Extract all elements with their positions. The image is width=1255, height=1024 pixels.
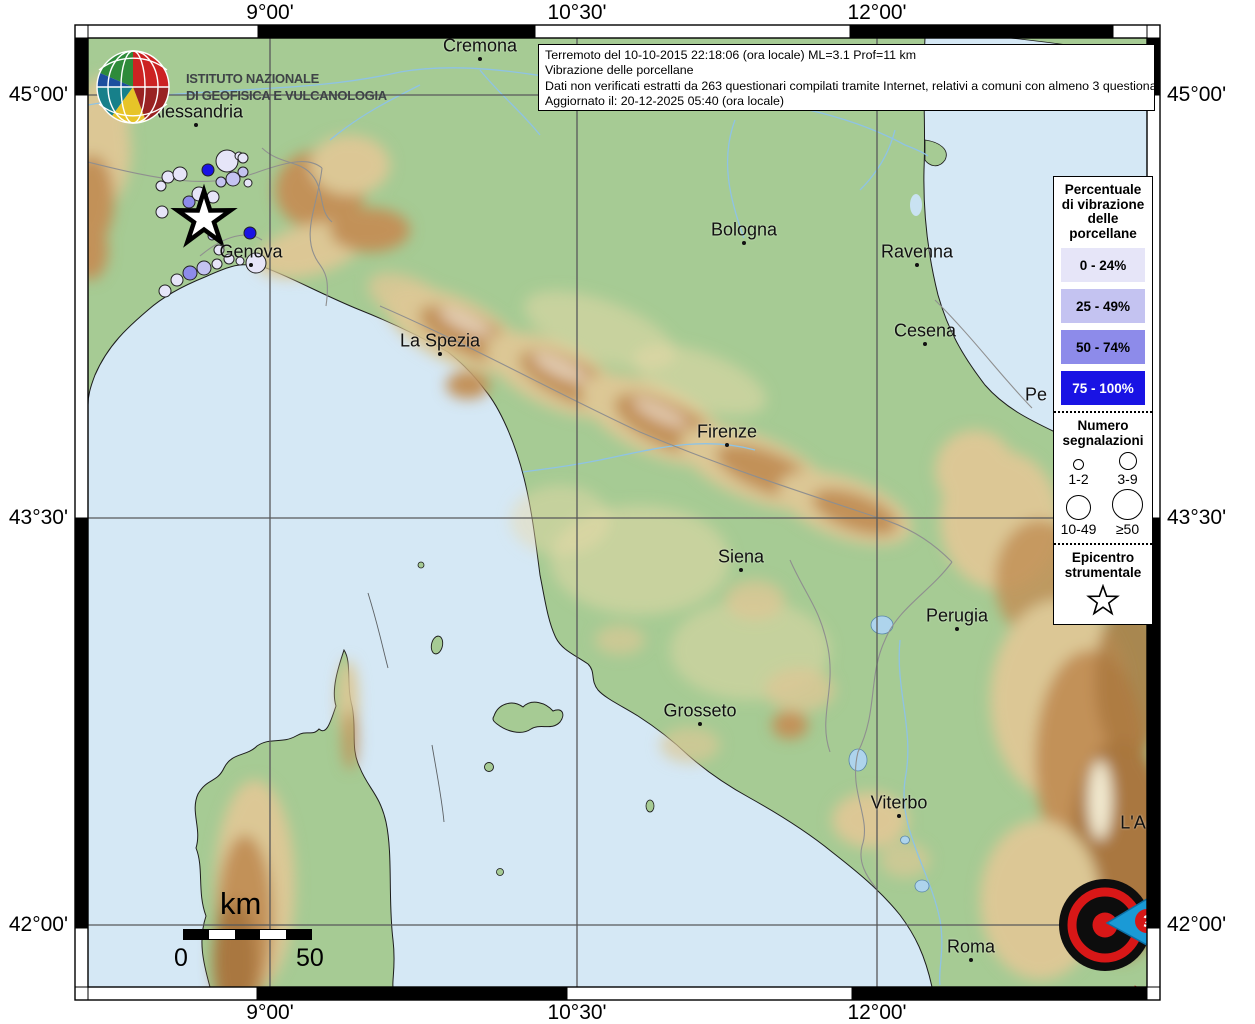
city-label: La Spezia (400, 331, 480, 352)
scale-bar-segments (183, 929, 312, 940)
legend-swatches: 0 - 24% 25 - 49% 50 - 74% 75 - 100% (1054, 248, 1152, 405)
count-label: ≥50 (1116, 521, 1139, 537)
city-label: Pe (1025, 385, 1047, 406)
city-dot (438, 352, 442, 356)
city-label: Viterbo (871, 793, 928, 814)
legend-counts-section: Numero segnalazioni 1-2 3-9 10-49 ≥50 (1054, 411, 1152, 545)
city-dot (249, 263, 253, 267)
legend-percent-title: Percentuale di vibrazione delle porcella… (1054, 181, 1152, 241)
city-dot (725, 443, 729, 447)
count-label: 1-2 (1068, 471, 1088, 487)
legend-swatch: 50 - 74% (1061, 330, 1145, 364)
city-label: Grosseto (663, 701, 736, 722)
city-label: Perugia (926, 606, 988, 627)
legend-counts-title: Numero segnalazioni (1054, 417, 1152, 448)
city-label: Bologna (711, 220, 777, 241)
count-circle-icon (1112, 489, 1143, 520)
city-label: Genova (219, 242, 282, 263)
count-label: 10-49 (1061, 521, 1097, 537)
city-label: Cesena (894, 321, 956, 342)
legend: Percentuale di vibrazione delle porcella… (1053, 176, 1153, 625)
count-label: 3-9 (1117, 471, 1137, 487)
ingv-line1: ISTITUTO NAZIONALE (186, 70, 387, 87)
city-dot (897, 814, 901, 818)
legend-swatch: 0 - 24% (1061, 248, 1145, 282)
city-dot (698, 722, 702, 726)
legend-count-item: 1-2 (1054, 452, 1103, 487)
city-dot (742, 241, 746, 245)
legend-counts-grid: 1-2 3-9 10-49 ≥50 (1054, 452, 1152, 537)
city-label: Siena (718, 547, 764, 568)
info-line-event: Terremoto del 10-10-2015 22:18:06 (ora l… (545, 48, 1148, 63)
scale-start-label: 0 (174, 944, 188, 973)
epicenter-star-icon (1086, 584, 1120, 616)
count-circle-icon (1073, 459, 1084, 470)
earthquake-info-box: Terremoto del 10-10-2015 22:18:06 (ora l… (538, 44, 1155, 111)
city-label: L'Aqu (1120, 813, 1147, 834)
city-dot (969, 958, 973, 962)
info-line-effect: Vibrazione delle porcellane (545, 63, 1148, 78)
city-dot (739, 568, 743, 572)
city-dot (923, 342, 927, 346)
ingv-line2: DI GEOFISICA E VULCANOLOGIA (186, 87, 387, 104)
legend-epicenter-section: Epicentro strumentale (1054, 545, 1152, 624)
earthquake-macroseismic-map: ? www.haisentitoilterremoto.it CremonaAl… (0, 0, 1255, 1024)
count-circle-icon (1119, 452, 1137, 470)
legend-count-item: 10-49 (1054, 489, 1103, 537)
city-labels-layer: CremonaAlessandriaGenovaBolognaRavennaCe… (88, 38, 1147, 987)
city-label: Firenze (697, 422, 757, 443)
ingv-globe-icon (94, 48, 172, 126)
city-label: Cremona (443, 38, 517, 57)
legend-count-item: 3-9 (1103, 452, 1152, 487)
scale-bar: km 0 50 (160, 886, 360, 986)
legend-swatch: 25 - 49% (1061, 289, 1145, 323)
city-dot (915, 263, 919, 267)
city-dot (955, 627, 959, 631)
city-dot (478, 57, 482, 61)
ingv-logo: ISTITUTO NAZIONALE DI GEOFISICA E VULCAN… (94, 48, 387, 126)
ingv-wordmark: ISTITUTO NAZIONALE DI GEOFISICA E VULCAN… (186, 70, 387, 104)
scale-unit-label: km (220, 886, 261, 922)
info-line-updated: Aggiornato il: 20-12-2025 05:40 (ora loc… (545, 94, 1148, 109)
legend-swatch: 75 - 100% (1061, 371, 1145, 405)
city-label: Ravenna (881, 242, 953, 263)
info-line-source: Dati non verificati estratti da 263 ques… (545, 79, 1148, 94)
legend-epicenter-title: Epicentro strumentale (1054, 549, 1152, 580)
count-circle-icon (1066, 495, 1091, 520)
scale-end-label: 50 (296, 944, 324, 973)
city-label: Roma (947, 937, 995, 958)
legend-percent-section: Percentuale di vibrazione delle porcella… (1054, 177, 1152, 411)
legend-count-item: ≥50 (1103, 489, 1152, 537)
